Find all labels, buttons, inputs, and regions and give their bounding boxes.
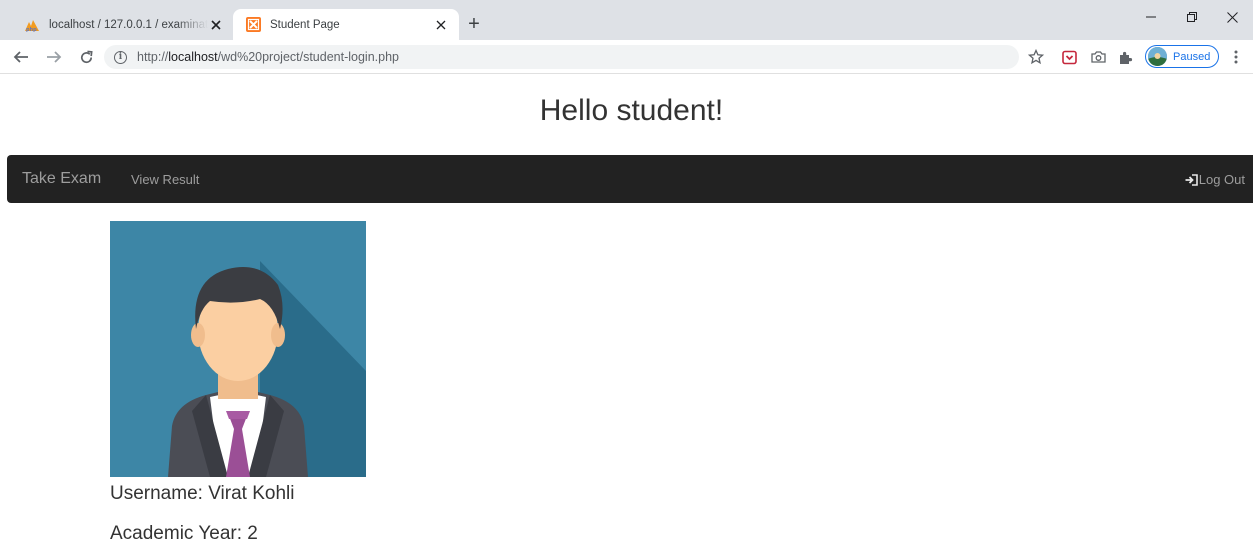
minimize-button[interactable] bbox=[1130, 0, 1171, 34]
nav-take-exam[interactable]: Take Exam bbox=[22, 170, 101, 188]
svg-text:php: php bbox=[26, 27, 37, 32]
restore-button[interactable] bbox=[1171, 0, 1212, 34]
tab-phpmyadmin[interactable]: php localhost / 127.0.0.1 / examination bbox=[14, 9, 232, 40]
tab-title: Student Page bbox=[270, 18, 340, 31]
reload-icon bbox=[80, 50, 93, 63]
tab-title: localhost / 127.0.0.1 / examination bbox=[49, 18, 208, 31]
academic-year-text: Academic Year: 2 bbox=[110, 523, 258, 542]
puzzle-extensions-icon[interactable] bbox=[1116, 48, 1134, 66]
profile-status-label: Paused bbox=[1173, 50, 1211, 63]
back-button[interactable] bbox=[10, 47, 32, 67]
info-icon[interactable]: i bbox=[114, 50, 127, 64]
address-toolbar: i http://localhost/wd%20project/student-… bbox=[0, 40, 1253, 74]
arrow-left-icon bbox=[13, 51, 28, 63]
close-window-button[interactable] bbox=[1212, 0, 1253, 34]
forward-button[interactable] bbox=[43, 47, 65, 67]
xampp-icon bbox=[245, 17, 261, 33]
phpmyadmin-icon: php bbox=[24, 17, 40, 33]
close-icon[interactable] bbox=[208, 17, 224, 33]
log-out-icon bbox=[1185, 173, 1198, 186]
star-icon[interactable] bbox=[1027, 48, 1045, 66]
username-text: Username: Virat Kohli bbox=[110, 483, 295, 504]
menu-kebab-icon[interactable] bbox=[1227, 48, 1245, 66]
main-navbar: Take Exam View Result Log Out bbox=[7, 155, 1253, 203]
browser-tab-strip: php localhost / 127.0.0.1 / examination … bbox=[0, 0, 1253, 40]
pocket-extension-icon[interactable] bbox=[1060, 48, 1078, 66]
url-text: http://localhost/wd%20project/student-lo… bbox=[137, 50, 399, 64]
new-tab-button[interactable]: + bbox=[462, 12, 486, 36]
profile-paused-button[interactable]: Paused bbox=[1145, 45, 1219, 68]
arrow-right-icon bbox=[47, 51, 62, 63]
student-avatar-image bbox=[110, 221, 366, 477]
profile-avatar-icon bbox=[1148, 47, 1167, 66]
window-controls bbox=[1130, 0, 1253, 34]
close-icon[interactable] bbox=[433, 17, 449, 33]
nav-view-result[interactable]: View Result bbox=[131, 172, 199, 187]
reload-button[interactable] bbox=[75, 47, 97, 67]
address-bar[interactable]: i http://localhost/wd%20project/student-… bbox=[104, 45, 1019, 69]
page-title: Hello student! bbox=[539, 94, 724, 127]
logout-label: Log Out bbox=[1198, 172, 1245, 187]
camera-icon[interactable] bbox=[1089, 48, 1107, 66]
tab-student-page[interactable]: Student Page bbox=[233, 9, 459, 40]
logout-link[interactable]: Log Out bbox=[1185, 172, 1245, 187]
